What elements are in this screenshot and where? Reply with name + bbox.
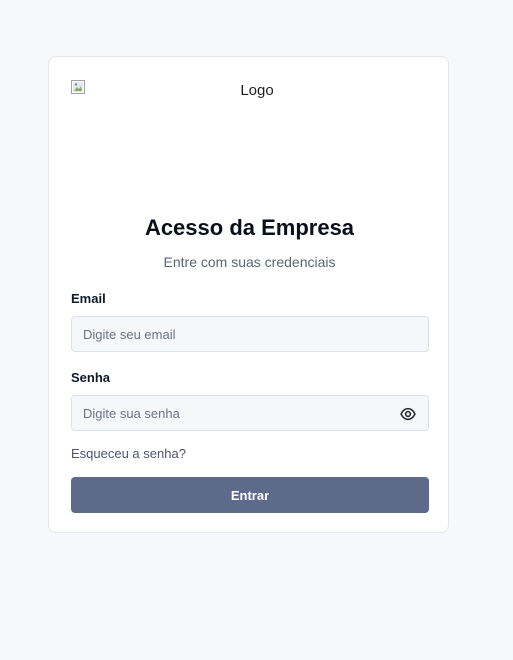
email-field[interactable] bbox=[72, 317, 428, 351]
email-field-wrapper bbox=[71, 316, 429, 352]
password-field-wrapper bbox=[71, 395, 429, 431]
eye-icon[interactable] bbox=[400, 406, 416, 422]
page-title: Acesso da Empresa bbox=[144, 215, 355, 240]
logo-image: Logo bbox=[71, 79, 429, 199]
email-label: Email bbox=[71, 291, 106, 306]
login-button[interactable]: Entrar bbox=[71, 477, 429, 513]
logo-alt-text: Logo bbox=[240, 82, 274, 99]
forgot-password-link[interactable]: Esqueceu a senha? bbox=[71, 446, 186, 461]
password-field[interactable] bbox=[72, 396, 428, 430]
password-label: Senha bbox=[71, 370, 111, 385]
login-card: Logo Acesso da Empresa Entre com suas cr… bbox=[48, 56, 449, 533]
page-subtitle: Entre com suas credenciais bbox=[163, 254, 336, 270]
